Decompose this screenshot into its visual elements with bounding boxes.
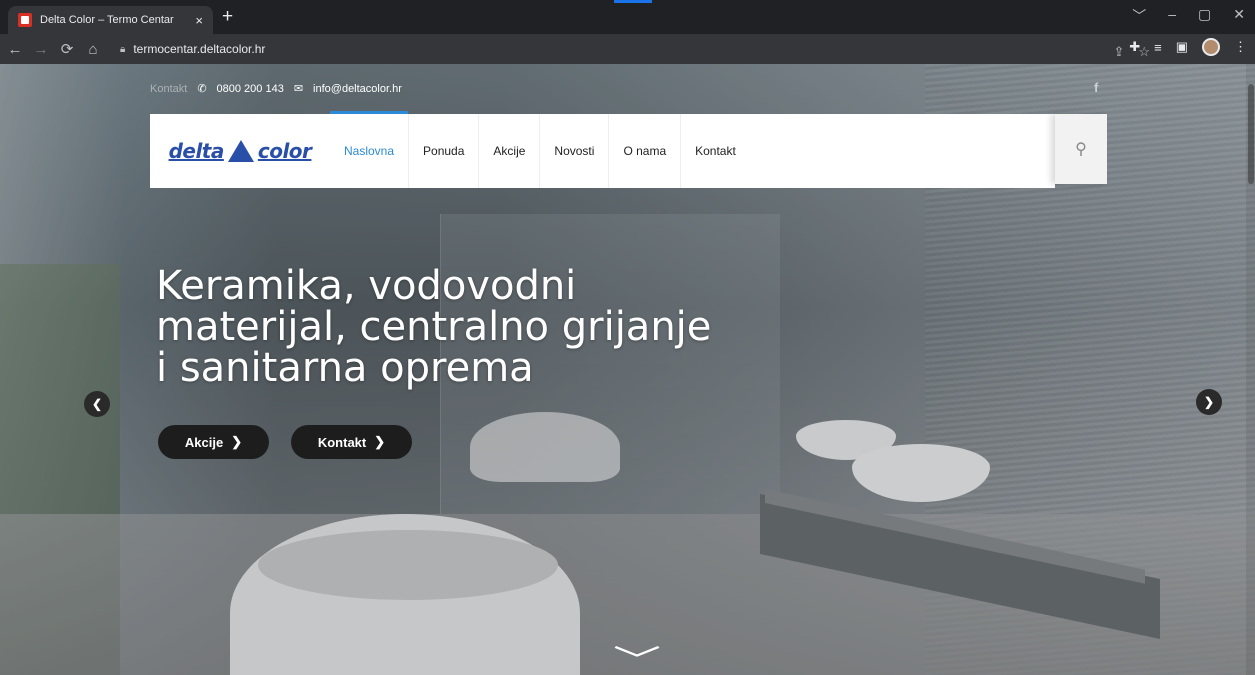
facebook-icon[interactable]: f <box>1094 80 1098 95</box>
tab-title: Delta Color – Termo Centar <box>40 14 174 26</box>
akcije-button-label: Akcije <box>184 434 224 450</box>
web-page: Kontakt ✆ 0800 200 143 ✉ info@deltacolor… <box>0 64 1255 675</box>
nav-item-novosti[interactable]: Novosti <box>540 114 610 188</box>
main-navbar: delta color Naslovna Ponuda Akcije Novos… <box>150 111 1055 188</box>
extension-icons: ✚ ≡ ▣ ⋮ <box>1129 38 1247 56</box>
browser-tab[interactable]: Delta Color – Termo Centar × <box>8 6 213 34</box>
maximize-button[interactable]: ▢ <box>1198 6 1211 26</box>
contact-topbar: Kontakt ✆ 0800 200 143 ✉ info@deltacolor… <box>150 82 402 96</box>
lock-icon[interactable]: 🔒︎ <box>120 44 125 55</box>
logo-triangle-icon <box>227 140 254 162</box>
slider-prev-button[interactable]: ❮ <box>84 391 110 417</box>
window-controls: ﹀ – ▢ ✕ <box>1132 6 1245 26</box>
side-panel-icon[interactable]: ▣ <box>1176 39 1188 55</box>
reload-icon[interactable]: ⟳ <box>56 40 78 58</box>
reading-list-icon[interactable]: ≡ <box>1154 40 1162 55</box>
phone-link[interactable]: 0800 200 143 <box>217 83 284 95</box>
contact-label: Kontakt <box>150 82 188 95</box>
forward-arrow-icon[interactable]: → <box>30 41 52 58</box>
new-tab-button[interactable]: + <box>222 7 233 27</box>
logo-text-color: color <box>257 139 312 163</box>
share-icon[interactable]: ⇪ <box>1113 44 1124 60</box>
home-icon[interactable]: ⌂ <box>82 41 104 58</box>
email-link[interactable]: info@deltacolor.hr <box>313 83 402 95</box>
chevron-left-icon: ❮ <box>91 397 103 411</box>
tab-strip-accent <box>614 0 652 3</box>
hero-title: Keramika, vodovodni materijal, centralno… <box>156 263 712 391</box>
chevron-right-icon: ❯ <box>231 434 243 449</box>
slider-next-button[interactable]: ❯ <box>1196 389 1222 415</box>
avatar-icon[interactable] <box>1202 38 1220 56</box>
search-icon: ⚲ <box>1075 141 1087 158</box>
chevron-right-icon: ❯ <box>374 434 386 449</box>
phone-icon: ✆ <box>197 83 207 95</box>
akcije-button[interactable]: Akcije ❯ <box>158 425 269 459</box>
scrollbar-thumb[interactable] <box>1248 84 1254 184</box>
tab-search-chevron-icon[interactable]: ﹀ <box>1132 6 1146 26</box>
page-scrollbar[interactable] <box>1246 64 1255 675</box>
browser-tab-strip: Delta Color – Termo Centar × + ﹀ – ▢ ✕ <box>0 0 1255 34</box>
mail-icon: ✉ <box>293 83 304 95</box>
kebab-menu-icon[interactable]: ⋮ <box>1234 39 1247 55</box>
nav-item-kontakt[interactable]: Kontakt <box>681 114 750 188</box>
url-text[interactable]: termocentar.deltacolor.hr <box>133 42 265 56</box>
nav-item-ponuda[interactable]: Ponuda <box>409 114 480 188</box>
logo-text-delta: delta <box>168 139 225 163</box>
chevron-down-icon[interactable]: ﹀ <box>613 636 661 675</box>
minimize-button[interactable]: – <box>1168 6 1176 26</box>
nav-item-akcije[interactable]: Akcije <box>479 114 541 188</box>
nav-item-naslovna[interactable]: Naslovna <box>330 111 410 188</box>
nav-item-o-nama[interactable]: O nama <box>609 114 682 188</box>
tab-close-button[interactable]: × <box>195 13 203 28</box>
back-arrow-icon[interactable]: ← <box>4 41 26 58</box>
site-logo[interactable]: delta color <box>150 114 330 188</box>
favicon-icon <box>18 13 32 27</box>
puzzle-icon[interactable]: ✚ <box>1129 39 1140 55</box>
address-bar[interactable]: 🔒︎ termocentar.deltacolor.hr ⇪ ☆ <box>112 37 1204 61</box>
close-window-button[interactable]: ✕ <box>1233 6 1245 26</box>
search-button[interactable]: ⚲ <box>1055 114 1107 184</box>
browser-toolbar: ← → ⟳ ⌂ 🔒︎ termocentar.deltacolor.hr ⇪ ☆ <box>0 34 1255 64</box>
chevron-right-icon: ❯ <box>1203 395 1215 409</box>
kontakt-button[interactable]: Kontakt ❯ <box>291 425 412 459</box>
kontakt-button-label: Kontakt <box>317 434 367 450</box>
